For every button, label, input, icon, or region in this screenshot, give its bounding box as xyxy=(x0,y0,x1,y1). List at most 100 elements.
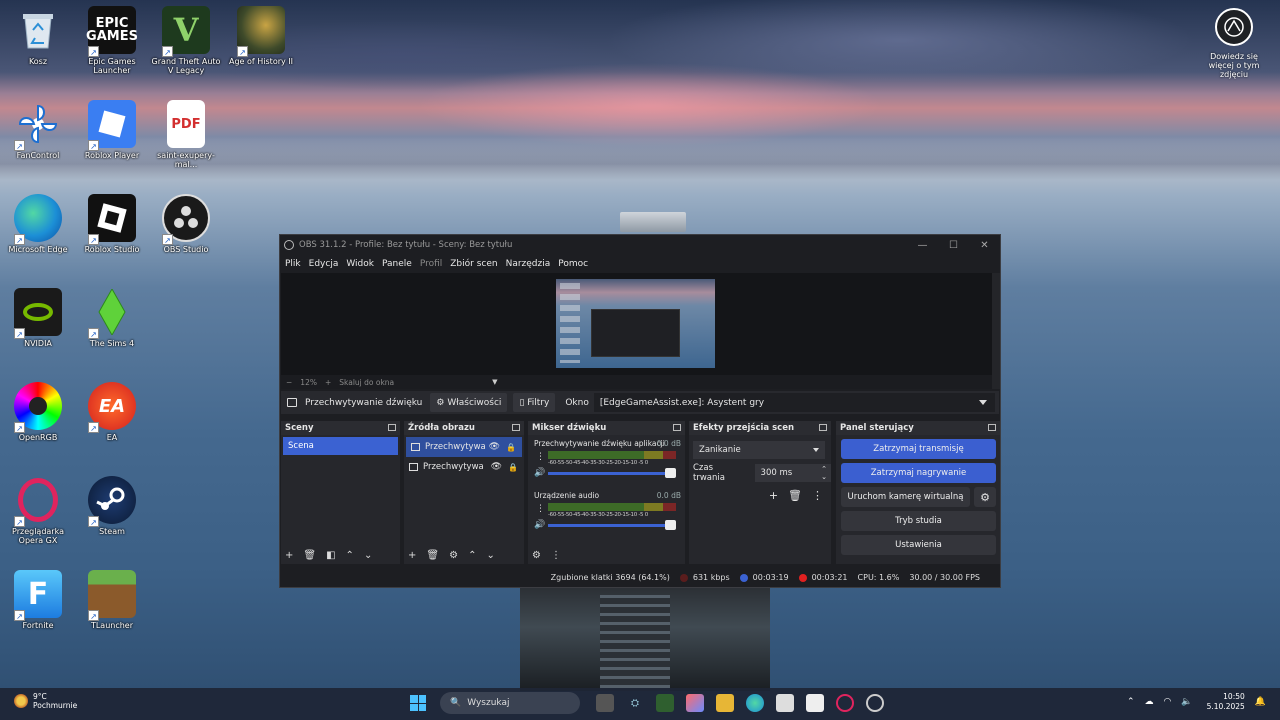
undock-icon[interactable] xyxy=(988,424,996,431)
settings-button[interactable]: Ustawienia xyxy=(841,535,996,555)
menu-help[interactable]: Pomoc xyxy=(558,259,588,269)
stop-streaming-button[interactable]: Zatrzymaj transmisję xyxy=(841,439,996,459)
desktop-icon-age-of-history[interactable]: ↗ Age of History II xyxy=(223,6,299,66)
spotlight-widget[interactable]: Dowiedz się więcej o tym zdjęciu xyxy=(1198,8,1270,79)
eye-icon[interactable]: 👁 xyxy=(491,462,502,472)
menu-scene-collection[interactable]: Zbiór scen xyxy=(450,259,497,269)
speaker-icon[interactable]: 🔊 xyxy=(534,468,545,478)
desktop-icon-gta[interactable]: V ↗ Grand Theft Auto V Legacy xyxy=(148,6,224,75)
desktop-icon-roblox-studio[interactable]: ↗ Roblox Studio xyxy=(74,194,150,254)
desktop-icon-pdf[interactable]: PDF saint-exupery-mal... xyxy=(148,100,224,169)
filters-button[interactable]: ▯ Filtry xyxy=(513,393,556,412)
start-virtual-camera-button[interactable]: Uruchom kamerę wirtualną xyxy=(841,487,970,507)
desktop-icon-fortnite[interactable]: F ↗ Fortnite xyxy=(0,570,76,630)
obs-titlebar[interactable]: OBS 31.1.2 - Profile: Bez tytułu - Sceny… xyxy=(280,235,1000,255)
minimize-button[interactable]: — xyxy=(907,240,938,251)
move-down-icon[interactable]: ⌄ xyxy=(364,550,372,561)
edge-taskbar-icon[interactable] xyxy=(746,694,764,712)
zoom-out-button[interactable]: − xyxy=(286,378,292,387)
more-options-icon[interactable]: ⋮ xyxy=(812,489,823,502)
filter-icon[interactable]: ◧ xyxy=(326,550,335,561)
gear-icon[interactable]: ⚙ xyxy=(974,487,996,507)
more-options-icon[interactable]: ⋮ xyxy=(536,452,545,462)
source-item[interactable]: Przechwytywa 👁 🔒 xyxy=(406,437,522,457)
store-taskbar-icon[interactable] xyxy=(776,694,794,712)
desktop-icon-edge[interactable]: ↗ Microsoft Edge xyxy=(0,194,76,254)
add-icon[interactable]: + xyxy=(285,550,293,561)
lock-icon[interactable]: 🔒 xyxy=(508,463,518,472)
zoom-in-button[interactable]: + xyxy=(325,378,331,387)
eye-icon[interactable]: 👁 xyxy=(489,442,500,452)
zoom-fit-label[interactable]: Skaluj do okna xyxy=(339,378,394,387)
undock-icon[interactable] xyxy=(388,424,396,431)
studio-mode-button[interactable]: Tryb studia xyxy=(841,511,996,531)
desktop-icon-openrgb[interactable]: ↗ OpenRGB xyxy=(0,382,76,442)
roblox-taskbar-icon[interactable] xyxy=(806,694,824,712)
trash-icon[interactable]: 🗑 xyxy=(788,489,802,502)
start-button[interactable] xyxy=(410,695,426,711)
source-item[interactable]: Przechwytywa 👁 🔒 xyxy=(404,457,524,477)
move-down-icon[interactable]: ⌄ xyxy=(486,550,494,561)
desktop-icon-tlauncher[interactable]: ↗ TLauncher xyxy=(74,570,150,630)
move-up-icon[interactable]: ⌃ xyxy=(346,550,354,561)
copilot-taskbar-icon[interactable] xyxy=(686,694,704,712)
desktop-icon-steam[interactable]: ↗ Steam xyxy=(74,476,150,536)
scene-item[interactable]: Scena xyxy=(283,437,398,455)
stop-recording-button[interactable]: Zatrzymaj nagrywanie xyxy=(841,463,996,483)
opera-gx-taskbar-icon[interactable] xyxy=(836,694,854,712)
clock[interactable]: 10:50 5.10.2025 xyxy=(1207,692,1245,712)
obs-preview[interactable] xyxy=(281,273,992,375)
speaker-icon[interactable]: 🔊 xyxy=(534,520,545,530)
trash-icon[interactable]: 🗑 xyxy=(426,550,439,561)
menu-tools[interactable]: Narzędzia xyxy=(506,259,551,269)
move-up-icon[interactable]: ⌃ xyxy=(468,550,476,561)
desktop-icon-ea[interactable]: EA ↗ EA xyxy=(74,382,150,442)
xbox-taskbar-icon[interactable] xyxy=(656,694,674,712)
menu-docks[interactable]: Panele xyxy=(382,259,412,269)
zoom-dropdown-icon[interactable]: ▼ xyxy=(492,378,497,386)
weather-widget[interactable]: 9°C Pochmurnie xyxy=(14,692,77,710)
volume-slider-handle[interactable] xyxy=(665,520,676,530)
volume-slider[interactable] xyxy=(548,524,676,527)
wifi-icon[interactable]: ◠ xyxy=(1164,697,1172,707)
desktop-icon-nvidia[interactable]: ↗ NVIDIA xyxy=(0,288,76,348)
task-view-icon[interactable] xyxy=(596,694,614,712)
volume-icon[interactable]: 🔈 xyxy=(1181,697,1192,707)
add-icon[interactable]: + xyxy=(769,489,778,502)
transition-select[interactable]: Zanikanie xyxy=(693,441,825,459)
menu-view[interactable]: Widok xyxy=(346,259,374,269)
menu-edit[interactable]: Edycja xyxy=(309,259,339,269)
more-options-icon[interactable]: ⋮ xyxy=(551,550,561,561)
desktop-icon-recycle-bin[interactable]: Kosz xyxy=(0,6,76,66)
undock-icon[interactable] xyxy=(673,424,681,431)
gear-icon[interactable]: ⚙ xyxy=(449,550,458,561)
maximize-button[interactable]: ☐ xyxy=(938,240,969,251)
close-button[interactable]: ✕ xyxy=(969,240,1000,251)
properties-button[interactable]: ⚙ Właściwości xyxy=(430,393,508,412)
desktop-icon-epic-games[interactable]: EPIC GAMES ↗ Epic Games Launcher xyxy=(74,6,150,75)
chevron-up-icon[interactable]: ⌃ xyxy=(1127,697,1135,707)
undock-icon[interactable] xyxy=(819,424,827,431)
steam-taskbar-icon[interactable]: ⛭ xyxy=(626,694,644,712)
search-box[interactable]: 🔍 Wyszukaj xyxy=(440,692,580,714)
file-explorer-icon[interactable] xyxy=(716,694,734,712)
volume-slider-handle[interactable] xyxy=(665,468,676,478)
undock-icon[interactable] xyxy=(512,424,520,431)
desktop-icon-fancontrol[interactable]: ↗ FanControl xyxy=(0,100,76,160)
volume-slider[interactable] xyxy=(548,472,676,475)
desktop-icon-obs[interactable]: ↗ OBS Studio xyxy=(148,194,224,254)
menu-file[interactable]: Plik xyxy=(285,259,301,269)
lock-icon[interactable]: 🔒 xyxy=(506,443,516,452)
menu-profile[interactable]: Profil xyxy=(420,259,442,269)
more-options-icon[interactable]: ⋮ xyxy=(536,504,545,514)
window-select[interactable]: [EdgeGameAssist.exe]: Asystent gry xyxy=(593,393,995,412)
duration-spinbox[interactable]: 300 ms xyxy=(754,464,831,482)
add-icon[interactable]: + xyxy=(408,550,416,561)
desktop-icon-sims[interactable]: ↗ The Sims 4 xyxy=(74,288,150,348)
obs-taskbar-icon[interactable] xyxy=(866,694,884,712)
trash-icon[interactable]: 🗑 xyxy=(303,550,316,561)
desktop-icon-roblox-player[interactable]: ↗ Roblox Player xyxy=(74,100,150,160)
desktop-icon-opera-gx[interactable]: ↗ Przeglądarka Opera GX xyxy=(0,476,76,545)
preview-scrollbar[interactable] xyxy=(992,273,1000,389)
advanced-audio-icon[interactable]: ⚙ xyxy=(532,550,541,561)
